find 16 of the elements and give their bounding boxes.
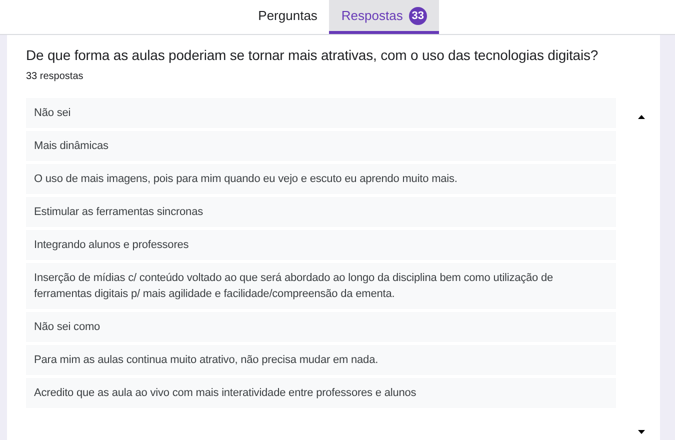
answer-row: Mais dinâmicas <box>26 131 616 161</box>
tab[interactable]: Perguntas <box>246 0 330 34</box>
answer-row: O uso de mais imagens, pois para mim quando eu vejo e escuto eu aprendo muito mais. <box>26 164 616 194</box>
answer-row: Para mim as aulas continua muito atrativo, não precisa mudar em nada. <box>26 345 616 375</box>
question-title: De que forma as aulas poderiam se tornar mais atrativas, com o uso das tecnologias digitais? <box>26 47 600 63</box>
count-badge: 33 <box>408 6 427 24</box>
answer-row: Integrando alunos e professores <box>26 230 616 260</box>
tab[interactable]: Respostas 33 <box>329 0 439 34</box>
answer-row: Acredito que as aula ao vivo com mais interatividade entre professores e alunos <box>26 378 616 408</box>
response-count: 33 respostas <box>26 71 84 82</box>
scroll-down-icon[interactable] <box>638 430 644 434</box>
answer-row: Estimular as ferramentas sincronas <box>26 197 616 227</box>
answer-row: Inserção de mídias c/ conteúdo voltado ao que será abordado ao longo da disciplina bem como utilização de ferramentas digitais p/ mais agilidade e facilidade/compreensão da ementa. <box>26 263 616 309</box>
answer-row: Não sei como <box>26 312 616 342</box>
answer-row: Não sei <box>26 98 616 128</box>
scroll-up-icon[interactable] <box>638 115 644 119</box>
